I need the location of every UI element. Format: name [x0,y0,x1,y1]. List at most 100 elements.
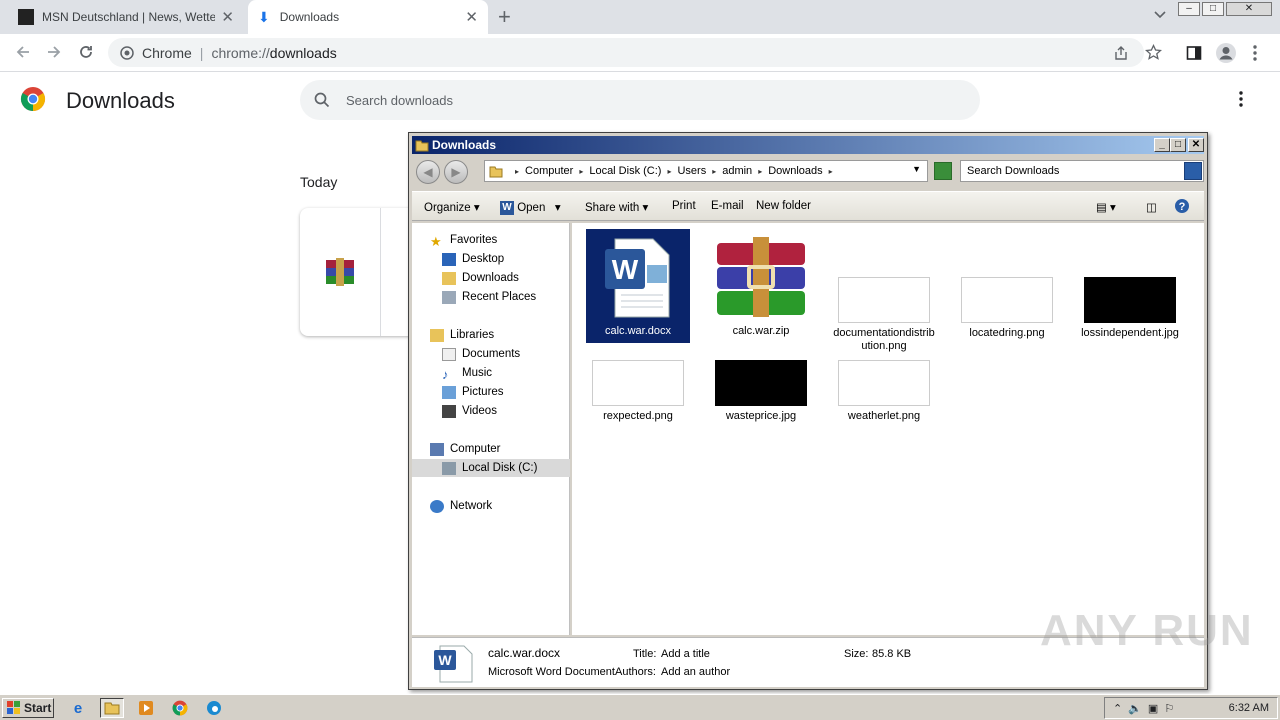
image-thumbnail [1084,277,1176,323]
svg-text:?: ? [1179,201,1186,213]
tab-strip: MSN Deutschland | News, Wetter, Sp ✕ ⬇ D… [0,0,1280,34]
explorer-address-bar[interactable]: ▸ Computer ▸ Local Disk (C:) ▸ Users ▸ admi… [484,160,928,182]
detail-title-label: Title: [633,648,657,660]
close-icon[interactable]: ✕ [221,8,234,26]
star-icon[interactable] [1145,44,1162,61]
downloads-search-input[interactable]: Search downloads [300,80,980,120]
address-bar[interactable]: Chrome | chrome://downloads [108,38,1144,67]
detail-authors-value[interactable]: Add an author [661,666,730,678]
nav-videos[interactable]: Videos [412,402,570,420]
breadcrumb-item[interactable]: Downloads [768,165,822,177]
downloads-folder-icon [442,271,456,285]
breadcrumb-item[interactable]: admin [722,165,752,177]
file-item[interactable]: lossindependent.jpg [1078,277,1182,340]
detail-filename: calc.war.docx [488,646,561,660]
nav-documents[interactable]: Documents [412,345,570,363]
winrar-archive-icon [715,235,807,321]
nav-recent-places[interactable]: Recent Places [412,288,570,306]
folder-icon [489,164,503,178]
more-menu-icon[interactable] [1252,44,1258,62]
image-thumbnail [838,277,930,323]
tab-downloads[interactable]: ⬇ Downloads ✕ [248,0,488,34]
forward-arrow-icon[interactable] [45,43,63,61]
close-window-button[interactable]: ✕ [1226,2,1272,16]
nav-favorites[interactable]: ★ Favorites [412,231,570,249]
close-window-button[interactable]: ✕ [1188,138,1204,152]
breadcrumb-item[interactable]: Computer [525,165,573,177]
word-document-icon: W [432,644,476,684]
file-name: locatedring.png [969,327,1045,339]
file-list: W calc.war.docx calc.war.zip documentati… [572,223,1204,635]
print-button[interactable]: Print [672,200,696,212]
share-icon[interactable] [1113,45,1129,61]
file-item[interactable]: documentationdistribution.png [832,277,936,353]
file-item[interactable]: rexpected.png [586,360,690,423]
volume-icon[interactable]: 🔈 [1128,702,1142,715]
maximize-button[interactable]: □ [1202,2,1224,16]
nav-music[interactable]: ♪ Music [412,364,570,382]
tab-msn[interactable]: MSN Deutschland | News, Wetter, Sp ✕ [8,0,244,34]
forward-button[interactable]: ▶ [444,160,468,184]
explorer-search-input[interactable]: Search Downloads [960,160,1204,182]
edge-icon[interactable] [202,698,226,718]
nav-computer[interactable]: Computer [412,440,570,458]
clock[interactable]: 6:32 AM [1229,702,1269,714]
nav-desktop[interactable]: Desktop [412,250,570,268]
downloads-menu-icon[interactable] [1238,90,1244,108]
minimize-button[interactable]: _ [1154,138,1170,152]
email-button[interactable]: E-mail [711,200,744,212]
close-icon[interactable]: ✕ [465,8,478,26]
nav-pictures[interactable]: Pictures [412,383,570,401]
back-button[interactable]: ◀ [416,160,440,184]
detail-title-value[interactable]: Add a title [661,648,710,660]
view-options-icon[interactable]: ▤ ▾ [1096,200,1116,214]
profile-avatar-icon[interactable] [1215,42,1237,64]
system-tray: ⌃ 🔈 ▣ ⚐ 6:32 AM [1104,697,1278,719]
tab-label: Downloads [279,10,340,24]
back-arrow-icon[interactable] [14,43,32,61]
nav-local-disk[interactable]: Local Disk (C:) [412,459,570,477]
breadcrumb-item[interactable]: Local Disk (C:) [589,165,661,177]
file-name: calc.war.docx [604,325,672,337]
url-path: downloads [269,44,337,61]
breadcrumb-item[interactable]: Users [677,165,706,177]
explorer-titlebar: Downloads _ □ ✕ [412,136,1204,154]
file-item[interactable]: calc.war.zip [709,229,813,338]
side-panel-icon[interactable] [1186,45,1202,61]
nav-network[interactable]: Network [412,497,570,515]
new-folder-button[interactable]: New folder [756,200,811,212]
organize-button[interactable]: Organize ▾ [424,200,480,214]
disk-icon [442,461,456,475]
ie-icon[interactable]: e [66,698,90,718]
nav-downloads[interactable]: Downloads [412,269,570,287]
open-button[interactable]: W Open ▾ [500,200,561,215]
nav-libraries[interactable]: Libraries [412,326,570,344]
reload-icon[interactable] [77,43,95,61]
help-icon[interactable]: ? [1174,198,1190,214]
show-hidden-icons-icon[interactable]: ⌃ [1113,702,1122,715]
media-player-icon[interactable] [134,698,158,718]
chrome-taskbar-icon[interactable] [168,698,192,718]
window-title: Downloads [432,138,497,152]
msn-favicon-icon [18,9,34,25]
chevron-down-icon[interactable]: ▼ [912,164,921,174]
minimize-button[interactable]: – [1178,2,1200,16]
file-item[interactable]: locatedring.png [955,277,1059,340]
start-button[interactable]: Start [2,698,54,718]
detail-file-type: Microsoft Word Document [488,666,615,678]
search-icon[interactable] [1184,162,1202,180]
network-status-icon[interactable]: ▣ [1148,702,1158,715]
documents-icon [442,347,456,361]
explorer-taskbar-icon[interactable] [100,698,124,718]
action-center-icon[interactable]: ⚐ [1164,702,1174,715]
refresh-icon[interactable] [934,162,952,180]
share-with-button[interactable]: Share with ▾ [585,200,648,214]
preview-pane-icon[interactable]: ◫ [1146,200,1157,214]
file-item[interactable]: wasteprice.jpg [709,360,813,423]
maximize-button[interactable]: □ [1170,138,1186,152]
file-item[interactable]: weatherlet.png [832,360,936,423]
file-item[interactable]: W calc.war.docx [586,229,690,343]
download-item-card[interactable] [300,208,420,336]
new-tab-button[interactable]: + [498,4,511,30]
chevron-down-icon[interactable] [1152,6,1168,22]
